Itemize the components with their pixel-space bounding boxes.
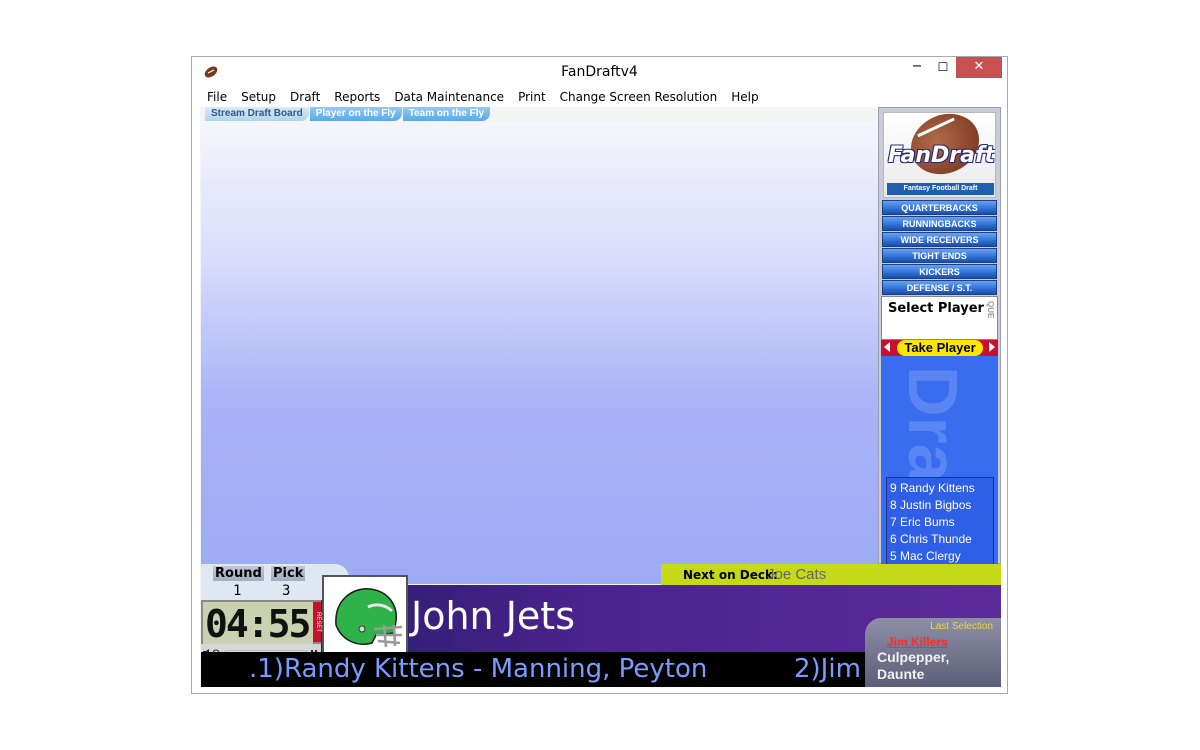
app-window: FanDraftv4 − ☐ ✕ File Setup Draft Report… — [191, 56, 1008, 694]
menu-help[interactable]: Help — [724, 88, 765, 106]
menu-bar: File Setup Draft Reports Data Maintenanc… — [200, 88, 766, 106]
helmet-icon — [335, 588, 403, 648]
list-item: 8 Justin Bigbos — [890, 498, 972, 512]
close-button[interactable]: ✕ — [956, 57, 1002, 78]
tab-team-on-the-fly[interactable]: Team on the Fly — [402, 107, 491, 121]
list-item: 5 Mac Clergy — [890, 549, 961, 563]
list-item: 9 Randy Kittens — [890, 481, 975, 495]
draft-status-area: Next on Deck: Joe Cats John Jets Round P… — [201, 564, 1001, 687]
on-deck-bar: Next on Deck: Joe Cats — [661, 564, 1001, 585]
menu-print[interactable]: Print — [511, 88, 553, 106]
tight-ends-button[interactable]: TIGHT ENDS — [882, 248, 997, 263]
que-label: QUE — [986, 301, 995, 319]
position-buttons: QUARTERBACKS RUNNINGBACKS WIDE RECEIVERS… — [882, 200, 997, 296]
defense-st-button[interactable]: DEFENSE / S.T. — [882, 280, 997, 295]
menu-data-maintenance[interactable]: Data Maintenance — [387, 88, 511, 106]
maximize-button[interactable]: ☐ — [930, 57, 956, 78]
quarterbacks-button[interactable]: QUARTERBACKS — [882, 200, 997, 215]
client-area: Stream Draft Board Player on the Fly Tea… — [200, 107, 1001, 687]
wide-receivers-button[interactable]: WIDE RECEIVERS — [882, 232, 997, 247]
draft-queue-area: Draft 9 Randy Kittens 8 Justin Bigbos 7 … — [881, 356, 998, 566]
select-player-box[interactable]: Select Player QUE — [881, 296, 998, 340]
last-selection-box: Last Selection Jim Killers Culpepper, Da… — [865, 618, 1001, 687]
current-team-name: John Jets — [411, 594, 575, 638]
window-title: FanDraftv4 — [561, 64, 638, 80]
tab-stream-draft-board[interactable]: Stream Draft Board — [205, 107, 309, 121]
kickers-button[interactable]: KICKERS — [882, 264, 997, 279]
take-player-button[interactable]: Take Player — [897, 340, 983, 356]
logo-text: FanDraft — [888, 143, 996, 168]
ticker-next: 2)Jim — [794, 654, 861, 684]
timer-display: 04:55 — [203, 602, 313, 646]
list-item: 6 Chris Thunde — [890, 532, 972, 546]
team-helmet — [322, 575, 408, 658]
view-tabs: Stream Draft Board Player on the Fly Tea… — [205, 107, 491, 121]
minimize-button[interactable]: − — [904, 57, 930, 78]
last-selection-team[interactable]: Jim Killers — [887, 635, 948, 649]
menu-draft[interactable]: Draft — [283, 88, 327, 106]
menu-setup[interactable]: Setup — [234, 88, 283, 106]
on-deck-label: Next on Deck: — [683, 568, 778, 582]
select-player-label: Select Player — [888, 301, 984, 316]
round-value: 1 — [233, 583, 242, 599]
right-panel: FanDraft Fantasy Football Draft Assistan… — [878, 107, 1001, 566]
arrow-right-icon[interactable] — [989, 342, 995, 352]
round-label: Round — [213, 566, 264, 581]
runningbacks-button[interactable]: RUNNINGBACKS — [882, 216, 997, 231]
fandraft-logo: FanDraft Fantasy Football Draft Assistan… — [883, 112, 996, 198]
menu-file[interactable]: File — [200, 88, 234, 106]
last-selection-player: Culpepper, Daunte — [877, 649, 950, 682]
tab-player-on-the-fly[interactable]: Player on the Fly — [309, 107, 402, 121]
pick-label: Pick — [271, 566, 306, 581]
logo-subtitle: Fantasy Football Draft Assistant — [887, 183, 994, 195]
title-bar[interactable]: FanDraftv4 − ☐ ✕ — [192, 57, 1007, 87]
take-player-row: Take Player — [881, 340, 998, 356]
timer-controls[interactable] — [201, 644, 321, 657]
pick-timer: 04:55 RESET — [201, 600, 321, 657]
pick-ticker: .1)Randy Kittens - Manning, Peyton 2)Jim — [201, 652, 865, 687]
last-selection-header: Last Selection — [930, 621, 993, 632]
list-item: 7 Eric Bums — [890, 515, 955, 529]
draft-board — [201, 121, 878, 584]
pick-value: 3 — [282, 583, 291, 599]
arrow-left-icon[interactable] — [884, 342, 890, 352]
ticker-text: .1)Randy Kittens - Manning, Peyton — [249, 654, 708, 684]
menu-change-screen-resolution[interactable]: Change Screen Resolution — [553, 88, 725, 106]
menu-reports[interactable]: Reports — [327, 88, 387, 106]
draft-order-list: 9 Randy Kittens 8 Justin Bigbos 7 Eric B… — [886, 477, 994, 565]
reset-button[interactable]: RESET — [313, 602, 321, 642]
on-deck-value: Joe Cats — [767, 566, 827, 583]
